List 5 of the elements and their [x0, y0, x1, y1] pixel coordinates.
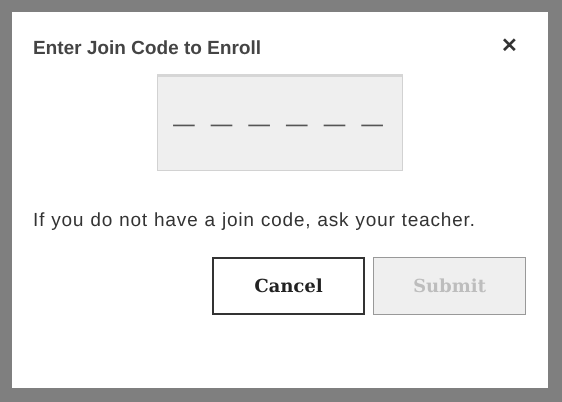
dialog-title: Enter Join Code to Enroll — [33, 37, 262, 60]
help-text: If you do not have a join code, ask your teacher. — [33, 209, 477, 233]
close-button[interactable]: ✕ — [493, 34, 526, 58]
cancel-button[interactable]: Cancel — [212, 257, 365, 315]
join-code-field[interactable]: — — — — — — — [156, 74, 402, 171]
